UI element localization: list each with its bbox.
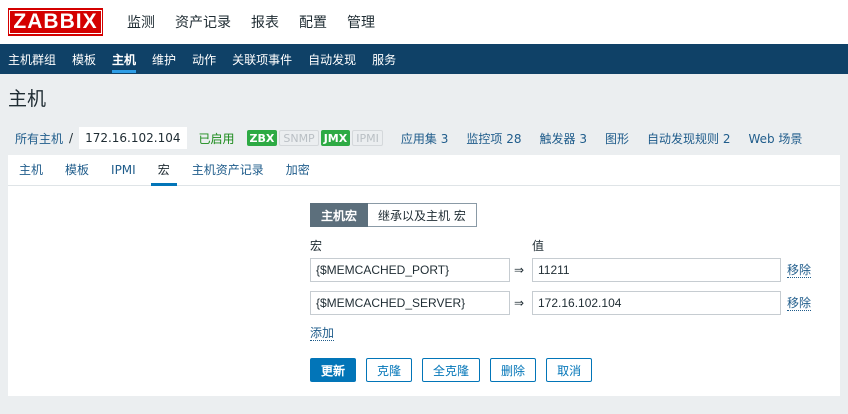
tab-templates[interactable]: 模板 [54, 154, 100, 185]
availability-snmp: SNMP [279, 130, 319, 146]
column-macro-label: 宏 [310, 239, 323, 253]
page-title: 主机 [8, 88, 47, 110]
host-nav-applications[interactable]: 应用集 3 [401, 130, 448, 147]
sub-menu: 主机群组 模板 主机 维护 动作 关联项事件 自动发现 服务 [0, 44, 848, 74]
host-nav-triggers[interactable]: 触发器 3 [539, 130, 586, 147]
submenu-maintenance[interactable]: 维护 [144, 44, 184, 74]
macro-remove-link[interactable]: 移除 [787, 296, 812, 311]
host-status-enabled[interactable]: 已启用 [199, 130, 235, 147]
submenu-templates[interactable]: 模板 [64, 44, 104, 74]
host-nav-discovery-rules[interactable]: 自动发现规则 2 [647, 130, 730, 147]
zabbix-logo[interactable]: ZABBIX [8, 8, 103, 36]
availability-ipmi: IPMI [352, 130, 383, 146]
macro-arrow: ⇒ [514, 296, 525, 310]
submenu-actions[interactable]: 动作 [184, 44, 224, 74]
tab-inventory[interactable]: 主机资产记录 [181, 154, 275, 185]
segment-host-macros[interactable]: 主机宏 [310, 203, 369, 227]
host-navigation: 所有主机 / 172.16.102.104 已启用 ZBX SNMP JMX I… [8, 123, 840, 153]
macro-name-input[interactable]: {$MEMCACHED_SERVER} [310, 291, 510, 315]
submenu-hosts[interactable]: 主机 [104, 44, 144, 74]
macro-arrow: ⇒ [514, 263, 525, 277]
tab-ipmi[interactable]: IPMI [100, 154, 147, 185]
submenu-services[interactable]: 服务 [364, 44, 404, 74]
menu-configuration[interactable]: 配置 [289, 0, 337, 44]
host-nav-items[interactable]: 监控项 28 [466, 130, 521, 147]
cancel-button[interactable]: 取消 [546, 358, 593, 382]
main-menu: 监测 资产记录 报表 配置 管理 [117, 0, 385, 44]
breadcrumb-current-host: 172.16.102.104 [79, 127, 187, 149]
submenu-discovery[interactable]: 自动发现 [300, 44, 364, 74]
macro-value-input[interactable]: 172.16.102.104 [532, 291, 781, 315]
submenu-host-groups[interactable]: 主机群组 [0, 44, 64, 74]
availability-zbx: ZBX [246, 130, 278, 146]
tab-macros[interactable]: 宏 [147, 154, 181, 186]
macro-remove-link[interactable]: 移除 [787, 263, 812, 278]
clone-button[interactable]: 克隆 [366, 358, 413, 382]
submenu-event-correlation[interactable]: 关联项事件 [224, 44, 300, 74]
update-button[interactable]: 更新 [310, 358, 357, 382]
menu-inventory[interactable]: 资产记录 [165, 0, 241, 44]
top-bar: ZABBIX 监测 资产记录 报表 配置 管理 [0, 0, 848, 44]
tab-encryption[interactable]: 加密 [275, 154, 321, 185]
form-buttons: 更新 克隆 全克隆 删除 取消 [310, 358, 602, 382]
macro-name-input[interactable]: {$MEMCACHED_PORT} [310, 258, 510, 282]
column-value-label: 值 [532, 239, 545, 253]
add-macro-link[interactable]: 添加 [310, 326, 335, 341]
tab-host[interactable]: 主机 [8, 154, 54, 185]
breadcrumb-separator: / [69, 131, 74, 145]
menu-monitoring[interactable]: 监测 [117, 0, 165, 44]
host-nav-web-scenarios[interactable]: Web 场景 [748, 130, 802, 147]
menu-administration[interactable]: 管理 [337, 0, 385, 44]
breadcrumb-all-hosts[interactable]: 所有主机 [15, 130, 63, 147]
macro-scope-toggle: 主机宏 继承以及主机 宏 [310, 203, 477, 227]
host-form-tabs: 主机 模板 IPMI 宏 主机资产记录 加密 [8, 155, 840, 186]
macro-value-input[interactable]: 11211 [532, 258, 781, 282]
menu-reports[interactable]: 报表 [241, 0, 289, 44]
macros-panel: 主机宏 继承以及主机 宏 宏 值 {$MEMCACHED_PORT} ⇒ 112… [8, 186, 840, 396]
host-nav-graphs[interactable]: 图形 [605, 130, 629, 147]
segment-inherited-macros[interactable]: 继承以及主机 宏 [368, 203, 477, 227]
full-clone-button[interactable]: 全克隆 [422, 358, 481, 382]
delete-button[interactable]: 删除 [490, 358, 537, 382]
availability-jmx: JMX [320, 130, 351, 146]
